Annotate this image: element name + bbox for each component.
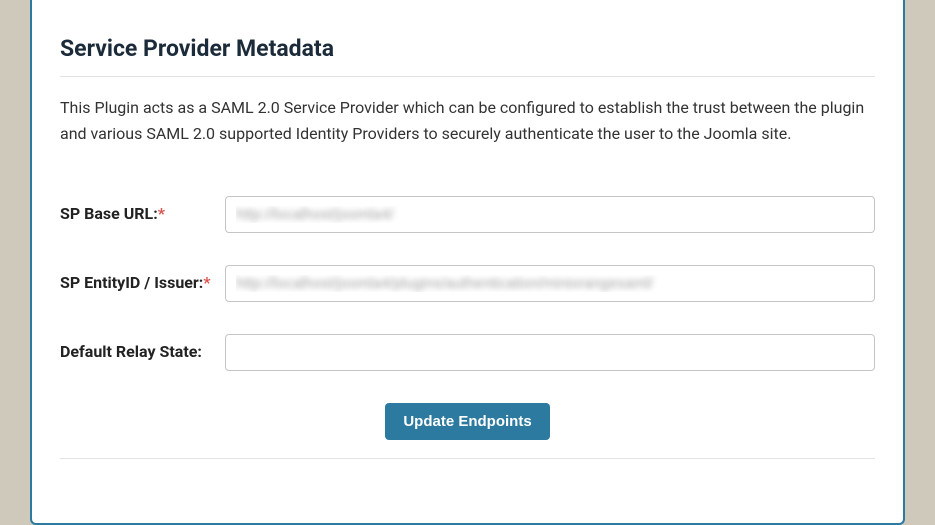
form-row-relay-state: Default Relay State: (60, 334, 875, 371)
required-asterisk: * (158, 204, 165, 223)
relay-state-input[interactable] (225, 334, 875, 371)
sp-base-url-label: SP Base URL:* (60, 196, 225, 225)
panel-title: Service Provider Metadata (60, 35, 875, 77)
sp-entity-id-input[interactable] (225, 265, 875, 302)
required-asterisk: * (203, 273, 210, 292)
button-row: Update Endpoints (60, 403, 875, 459)
service-provider-panel: Service Provider Metadata This Plugin ac… (30, 0, 905, 525)
form-row-sp-entity-id: SP EntityID / Issuer:* (60, 265, 875, 302)
sp-base-url-input[interactable] (225, 196, 875, 233)
relay-state-label: Default Relay State: (60, 334, 225, 363)
sp-entity-id-label: SP EntityID / Issuer:* (60, 265, 225, 294)
sp-base-url-label-text: SP Base URL: (60, 204, 158, 223)
panel-description: This Plugin acts as a SAML 2.0 Service P… (60, 95, 875, 146)
sp-entity-id-label-text: SP EntityID / Issuer: (60, 273, 203, 292)
update-endpoints-button[interactable]: Update Endpoints (385, 403, 549, 440)
form-row-sp-base-url: SP Base URL:* (60, 196, 875, 233)
